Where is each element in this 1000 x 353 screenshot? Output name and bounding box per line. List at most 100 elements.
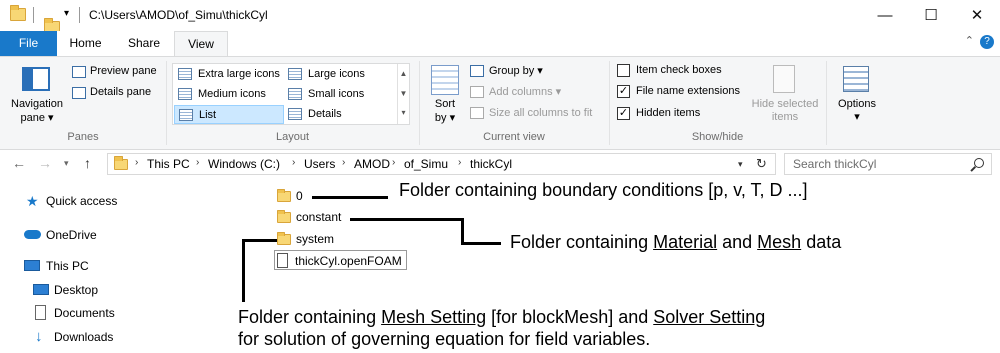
- layout-details[interactable]: Details: [284, 105, 394, 124]
- list-item[interactable]: system: [276, 229, 334, 249]
- tab-home[interactable]: Home: [57, 31, 114, 56]
- download-arrow-icon: ↓: [35, 328, 43, 345]
- crumb-this-pc[interactable]: This PC: [147, 157, 190, 171]
- maximize-button[interactable]: ☐: [908, 0, 954, 31]
- item-check-boxes-checkbox[interactable]: [617, 64, 630, 77]
- group-label-panes: Panes: [67, 131, 99, 143]
- help-icon[interactable]: ?: [980, 35, 994, 49]
- crumb-of-simu[interactable]: of_Simu: [404, 157, 448, 171]
- search-input[interactable]: Search thickCyl: [793, 157, 876, 171]
- list-item[interactable]: thickCyl.openFOAM: [274, 250, 407, 270]
- search-box[interactable]: Search thickCyl: [784, 153, 992, 175]
- file-icon: [277, 253, 288, 268]
- sort-icon: [431, 65, 459, 95]
- size-columns-icon: [470, 107, 484, 119]
- search-icon[interactable]: [974, 158, 984, 168]
- star-icon: ★: [26, 193, 39, 209]
- group-by-button[interactable]: Group by ▾: [489, 64, 543, 77]
- tab-file[interactable]: File: [0, 31, 57, 56]
- scroll-up-icon[interactable]: ▲: [398, 64, 409, 84]
- recent-locations-icon[interactable]: ▾: [64, 158, 69, 169]
- chevron-right-icon[interactable]: ›: [458, 157, 461, 168]
- annotation-line: [461, 242, 501, 245]
- hide-selected-button[interactable]: Hide selected: [748, 98, 822, 110]
- small-icons-icon: [288, 88, 302, 100]
- preview-pane-button[interactable]: Preview pane: [90, 65, 157, 77]
- close-button[interactable]: ✕: [954, 0, 1000, 31]
- layout-list[interactable]: List: [174, 105, 284, 124]
- sort-by-button[interactable]: Sort: [428, 98, 462, 110]
- chevron-right-icon[interactable]: ›: [342, 157, 345, 168]
- annotation-zero: Folder containing boundary conditions [p…: [399, 180, 808, 200]
- folder-icon: [277, 189, 291, 202]
- hide-selected-icon: [773, 65, 795, 93]
- title-bar: ▾ C:\Users\AMOD\of_Simu\thickCyl — ☐ ✕: [0, 0, 1000, 34]
- details-icon: [288, 108, 302, 120]
- details-pane-icon: [72, 87, 86, 99]
- medium-icons-icon: [178, 88, 192, 100]
- folder-icon: [114, 156, 128, 170]
- annotation-line: [461, 218, 464, 245]
- address-dropdown-icon[interactable]: ▾: [738, 159, 743, 170]
- separator: [79, 7, 80, 23]
- folder-icon: [277, 232, 291, 245]
- group-label-show-hide: Show/hide: [691, 131, 744, 143]
- layout-extra-large-icons[interactable]: Extra large icons: [174, 65, 284, 84]
- navigation-pane-dropdown[interactable]: pane ▾: [8, 111, 66, 124]
- back-arrow-icon[interactable]: ←: [12, 155, 26, 171]
- crumb-thickcyl[interactable]: thickCyl: [470, 157, 512, 171]
- expand-gallery-icon[interactable]: ▾: [398, 104, 409, 122]
- crumb-windows-c[interactable]: Windows (C:): [208, 157, 280, 171]
- options-dropdown[interactable]: ▾: [832, 110, 882, 123]
- file-name-extensions-checkbox[interactable]: ✓: [617, 85, 630, 98]
- annotation-line: [242, 239, 277, 242]
- chevron-right-icon[interactable]: ›: [392, 157, 395, 168]
- separator: [33, 7, 34, 23]
- computer-icon: [24, 260, 40, 271]
- layout-large-icons[interactable]: Large icons: [284, 65, 394, 84]
- group-label-current-view: Current view: [483, 131, 545, 143]
- scroll-down-icon[interactable]: ▼: [398, 84, 409, 104]
- file-name-extensions-label[interactable]: File name extensions: [636, 85, 740, 97]
- ribbon-tabs: File Home Share View: [0, 31, 1000, 57]
- sort-by-dropdown[interactable]: by ▾: [428, 111, 462, 124]
- address-bar[interactable]: › This PC › Windows (C:) › Users › AMOD …: [107, 153, 776, 175]
- crumb-amod[interactable]: AMOD: [354, 157, 390, 171]
- navigation-pane-button[interactable]: Navigation: [8, 98, 66, 110]
- chevron-right-icon[interactable]: ›: [135, 157, 138, 168]
- list-item[interactable]: constant: [276, 207, 341, 227]
- layout-small-icons[interactable]: Small icons: [284, 85, 394, 104]
- forward-arrow-icon[interactable]: →: [38, 155, 52, 171]
- address-row: ← → ▾ ↑ › This PC › Windows (C:) › Users…: [0, 150, 1000, 177]
- add-columns-button[interactable]: Add columns ▾: [489, 85, 561, 98]
- layout-scroll[interactable]: ▲ ▼ ▾: [397, 64, 409, 124]
- options-button[interactable]: Options: [832, 98, 882, 110]
- annotation-system-line1: Folder containing Mesh Setting [for bloc…: [238, 307, 766, 327]
- tab-view[interactable]: View: [174, 31, 228, 57]
- hidden-items-checkbox[interactable]: ✓: [617, 107, 630, 120]
- extra-large-icons-icon: [178, 68, 192, 80]
- size-all-columns-button[interactable]: Size all columns to fit: [489, 107, 592, 119]
- item-check-boxes-label[interactable]: Item check boxes: [636, 64, 722, 76]
- separator: [826, 61, 827, 145]
- up-arrow-icon[interactable]: ↑: [84, 155, 91, 171]
- chevron-right-icon[interactable]: ›: [292, 157, 295, 168]
- minimize-button[interactable]: —: [862, 0, 908, 31]
- annotation-system-line2: for solution of governing equation for f…: [238, 329, 651, 349]
- tab-share[interactable]: Share: [114, 31, 174, 56]
- chevron-right-icon[interactable]: ›: [196, 157, 199, 168]
- folder-icon: [10, 5, 26, 21]
- quick-access-dropdown-icon[interactable]: ▾: [64, 8, 69, 19]
- folder-icon: [277, 210, 291, 223]
- crumb-users[interactable]: Users: [304, 157, 335, 171]
- layout-medium-icons[interactable]: Medium icons: [174, 85, 284, 104]
- refresh-icon[interactable]: ↻: [756, 156, 767, 172]
- annotation-line: [242, 239, 245, 302]
- chevron-up-icon[interactable]: ⌃: [965, 34, 974, 47]
- group-by-icon: [470, 65, 484, 77]
- list-item[interactable]: 0: [276, 186, 303, 206]
- details-pane-button[interactable]: Details pane: [90, 86, 151, 98]
- hidden-items-label[interactable]: Hidden items: [636, 107, 700, 119]
- list-icon: [179, 109, 193, 121]
- documents-icon: [35, 305, 46, 320]
